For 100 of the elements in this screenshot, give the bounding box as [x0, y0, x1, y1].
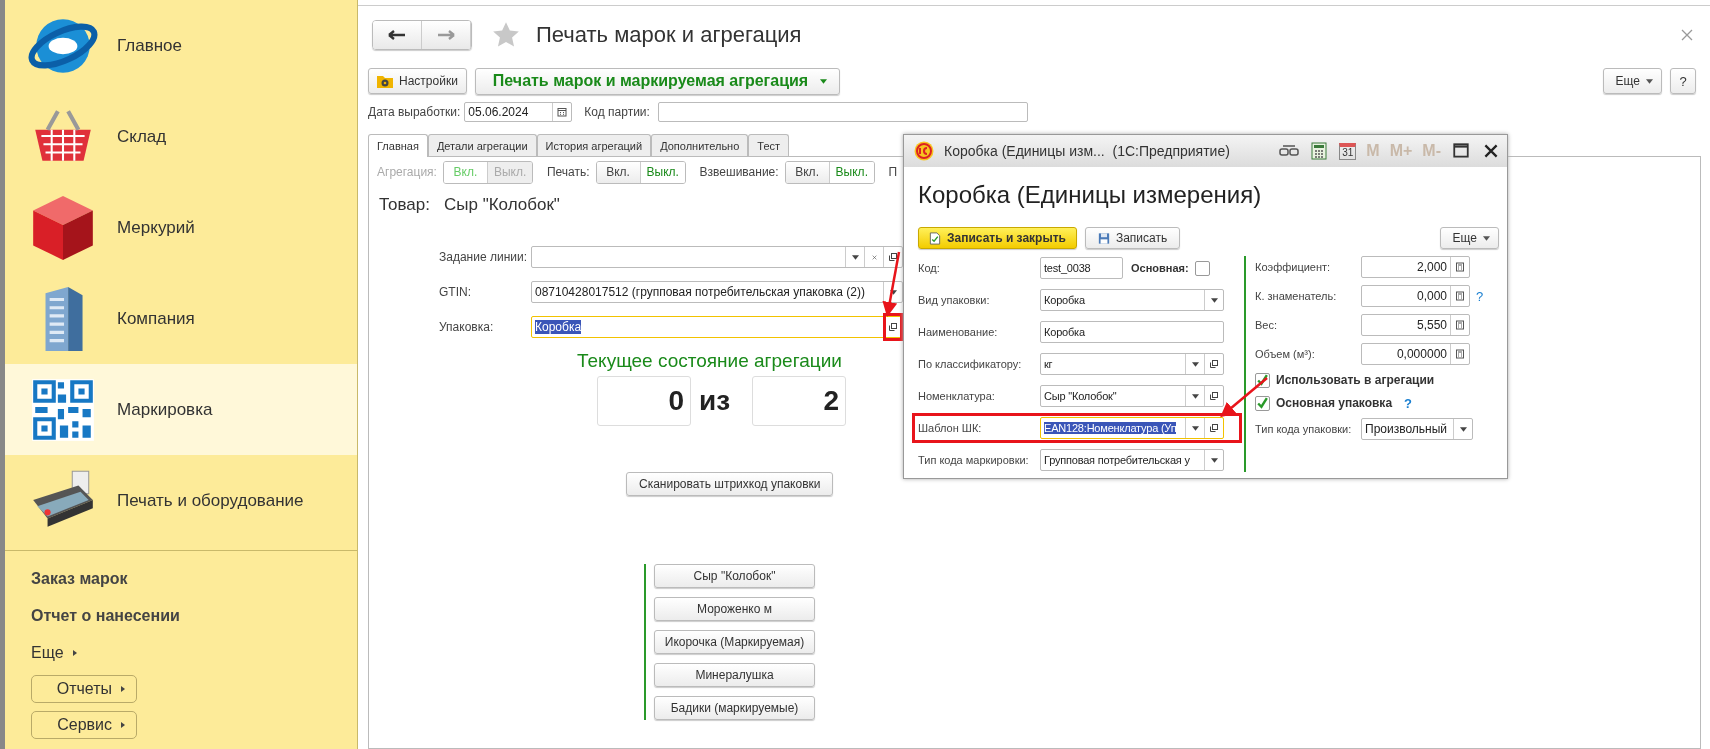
- open-form-icon[interactable]: [1209, 423, 1219, 433]
- field-label: Тип кода маркировки:: [918, 454, 1030, 466]
- calculator-icon[interactable]: [1455, 262, 1465, 272]
- tab[interactable]: Тест: [748, 134, 790, 156]
- toggle-label: Печать:: [546, 165, 590, 179]
- document-check-icon: [929, 231, 941, 245]
- dropdown-caret-icon: [1483, 235, 1490, 241]
- number-field[interactable]: 0,000: [1361, 285, 1470, 307]
- folder-gear-icon: [377, 74, 393, 88]
- section-item[interactable]: Меркурий: [5, 182, 357, 273]
- product-button[interactable]: Икорочка (Маркируемая): [654, 630, 815, 654]
- section-item[interactable]: Главное: [5, 0, 357, 91]
- checkbox[interactable]: [1255, 395, 1270, 411]
- product-button[interactable]: Минералушка: [654, 663, 815, 687]
- select-field[interactable]: Произвольный: [1361, 418, 1473, 440]
- sidebar-link[interactable]: Заказ марок: [31, 567, 128, 604]
- input-field[interactable]: 08710428017512 (групповая потребительская упаковка (2)): [531, 281, 903, 303]
- annotation-arrow: [882, 251, 901, 317]
- star-icon[interactable]: [492, 21, 520, 49]
- number-field[interactable]: 0,000000: [1361, 343, 1470, 365]
- section-label: Печать и оборудование: [117, 490, 304, 511]
- save-button[interactable]: Записать: [1084, 227, 1181, 249]
- section-label: Меркурий: [117, 217, 195, 238]
- input-field[interactable]: кг: [1040, 353, 1224, 375]
- tab[interactable]: История агрегаций: [536, 134, 652, 156]
- field-label: Упаковка:: [439, 320, 495, 334]
- batch-code-field[interactable]: [657, 102, 1028, 122]
- number-field[interactable]: 5,550: [1361, 314, 1470, 336]
- help-link[interactable]: ?: [1404, 395, 1412, 411]
- product-name: Сыр "Колобок": [444, 195, 560, 216]
- field-label: Наименование:: [918, 326, 999, 338]
- section-item[interactable]: Маркировка: [5, 364, 357, 455]
- dropdown-caret-icon[interactable]: [1210, 457, 1218, 463]
- input-field[interactable]: Групповая потребительская у: [1040, 449, 1224, 471]
- more-link[interactable]: Еще: [31, 641, 78, 665]
- input-field[interactable]: Коробка: [531, 316, 903, 338]
- date-field[interactable]: 05.06.2024: [464, 102, 573, 122]
- input-field[interactable]: EAN128:Номенклатура (Уп: [1040, 417, 1224, 439]
- field-label: Объем (м³):: [1255, 348, 1316, 360]
- input-field[interactable]: Коробка: [1040, 321, 1224, 343]
- settings-button[interactable]: Настройки: [368, 68, 467, 94]
- number-field[interactable]: 2,000: [1361, 256, 1470, 278]
- checkbox[interactable]: [1194, 260, 1210, 276]
- dropdown-caret-icon[interactable]: [1191, 393, 1199, 399]
- tab[interactable]: Главная: [368, 134, 428, 157]
- field-label: Код:: [918, 262, 941, 274]
- form-heading: Коробка (Единицы измерения): [918, 180, 1263, 210]
- calendar-button[interactable]: 31: [1339, 142, 1357, 160]
- dropdown-caret-icon[interactable]: [889, 289, 897, 295]
- open-form-icon[interactable]: [1209, 359, 1219, 369]
- field-label: Дата выработки:: [368, 105, 461, 119]
- section-item[interactable]: Компания: [5, 273, 357, 364]
- dropdown-caret-icon[interactable]: [1459, 426, 1467, 432]
- back-button[interactable]: [373, 21, 422, 49]
- clear-icon[interactable]: [870, 254, 878, 260]
- open-form-icon[interactable]: [888, 252, 898, 262]
- product-button[interactable]: Бадики (маркируемые): [654, 696, 815, 720]
- back-arrow-icon: [387, 29, 407, 41]
- dropdown-caret-icon[interactable]: [851, 254, 859, 260]
- calculator-icon[interactable]: [1455, 349, 1465, 359]
- dropdown-caret-icon[interactable]: [1191, 361, 1199, 367]
- command-menu-button[interactable]: Печать марок и маркируемая агрегация: [474, 67, 841, 95]
- calculator-icon[interactable]: [1455, 291, 1465, 301]
- sidebar-link[interactable]: Отчет о нанесении: [31, 604, 180, 641]
- calculator-icon[interactable]: [1455, 320, 1465, 330]
- count-separator: из: [699, 385, 731, 417]
- checkbox-label: Основная упаковка: [1276, 396, 1393, 410]
- input-field[interactable]: [531, 246, 903, 268]
- more-button[interactable]: Еще: [1439, 227, 1499, 249]
- expand-arrow-icon: [71, 649, 78, 657]
- product-button[interactable]: Мороженко м: [654, 597, 815, 621]
- toggle-option[interactable]: Вкл.: [785, 161, 830, 183]
- group-button[interactable]: Отчеты: [31, 675, 137, 703]
- field-label: Вес:: [1255, 319, 1278, 331]
- current-count: 0: [597, 376, 691, 426]
- save-close-button[interactable]: Записать и закрыть: [918, 227, 1077, 249]
- help-link[interactable]: ?: [1476, 288, 1484, 304]
- product-button[interactable]: Сыр "Колобок": [654, 564, 815, 588]
- open-form-icon[interactable]: [1209, 391, 1219, 401]
- expand-arrow-icon: [120, 685, 126, 693]
- section-item[interactable]: Склад: [5, 91, 357, 182]
- maximize-icon[interactable]: [1451, 142, 1471, 160]
- page-title: Печать марок и агрегация: [536, 22, 803, 48]
- scan-button[interactable]: Сканировать штрихкод упаковки: [626, 472, 834, 496]
- tab[interactable]: Детали агрегации: [427, 134, 537, 156]
- field-label: Коэффициент:: [1255, 261, 1332, 273]
- toggle-option[interactable]: Вкл.: [596, 161, 641, 183]
- dropdown-caret-icon[interactable]: [1210, 297, 1218, 303]
- more-button[interactable]: Еще: [1602, 68, 1662, 94]
- dropdown-caret-icon[interactable]: [1191, 425, 1199, 431]
- help-button[interactable]: ?: [1670, 68, 1696, 94]
- tab[interactable]: Дополнительно: [651, 134, 749, 156]
- input-field[interactable]: Сыр "Колобок": [1040, 385, 1224, 407]
- toggle-label: П: [888, 165, 898, 179]
- section-item[interactable]: Печать и оборудование: [5, 455, 357, 546]
- input-field[interactable]: Коробка: [1040, 289, 1224, 311]
- calculator-icon[interactable]: [1309, 142, 1330, 160]
- input-field[interactable]: test_0038: [1040, 257, 1123, 279]
- open-form-icon[interactable]: [888, 322, 898, 332]
- group-button[interactable]: Сервис: [31, 711, 137, 739]
